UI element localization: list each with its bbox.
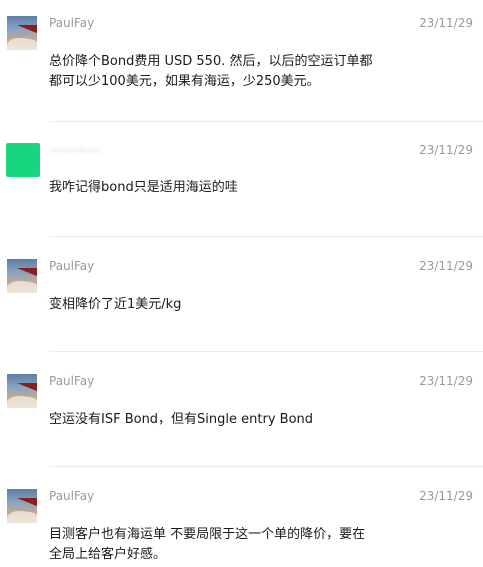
sender-name[interactable]: ————	[49, 143, 101, 157]
avatar[interactable]	[6, 143, 40, 177]
avatar[interactable]	[7, 489, 37, 523]
divider	[49, 121, 483, 122]
message-time: 23/11/29	[419, 489, 473, 503]
message-text: 变相降价了近1美元/kg	[49, 297, 182, 312]
sender-name[interactable]: PaulFay	[49, 374, 94, 388]
message-text: 空运没有ISF Bond，但有Single entry Bond	[49, 412, 314, 427]
clouds-image	[7, 38, 37, 50]
clouds-image	[7, 281, 37, 293]
airplane-wing-icon	[17, 383, 37, 392]
message-time: 23/11/29	[419, 259, 473, 273]
avatar[interactable]	[7, 374, 37, 408]
sender-name[interactable]: PaulFay	[49, 489, 94, 503]
divider	[49, 466, 483, 467]
message-time: 23/11/29	[419, 16, 473, 30]
sender-name[interactable]: PaulFay	[49, 16, 94, 30]
avatar[interactable]	[7, 16, 37, 50]
chat-history: PaulFay 23/11/29 总价降个Bond费用 USD 550. 然后，…	[0, 0, 483, 567]
divider	[49, 351, 483, 352]
sender-name[interactable]: PaulFay	[49, 259, 94, 273]
airplane-wing-icon	[17, 25, 37, 34]
message-text: 目测客户也有海运单 不要局限于这一个单的降价，要在 全局上给客户好感。	[49, 527, 366, 562]
avatar[interactable]	[7, 259, 37, 293]
message-text: 总价降个Bond费用 USD 550. 然后，以后的空运订单都 都可以少100美…	[49, 54, 373, 89]
message-time: 23/11/29	[419, 143, 473, 157]
clouds-image	[7, 511, 37, 523]
clouds-image	[7, 396, 37, 408]
message-time: 23/11/29	[419, 374, 473, 388]
message-text: 我咋记得bond只是适用海运的哇	[49, 180, 238, 195]
divider	[49, 236, 483, 237]
airplane-wing-icon	[17, 268, 37, 277]
airplane-wing-icon	[17, 498, 37, 507]
